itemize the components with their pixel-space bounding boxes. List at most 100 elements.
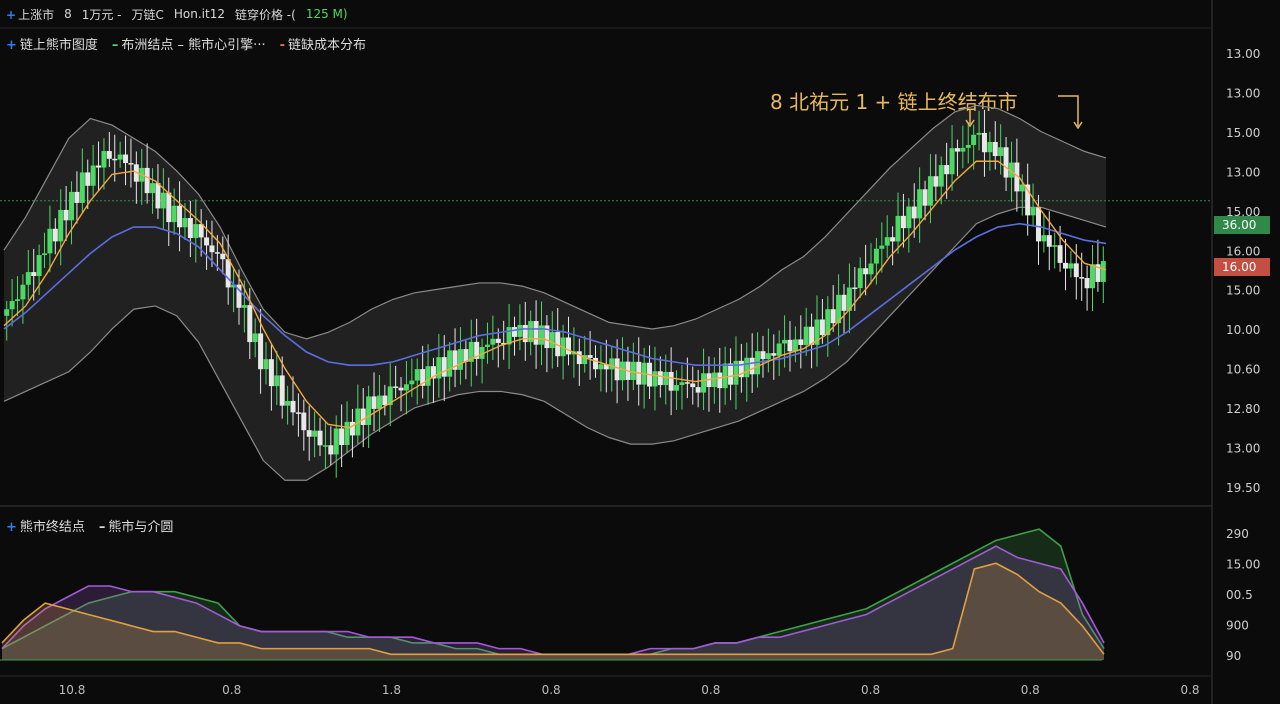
candle-body[interactable] <box>927 176 933 206</box>
candle-body[interactable] <box>998 147 1004 157</box>
candle-body[interactable] <box>841 294 847 311</box>
candle-body[interactable] <box>409 380 415 385</box>
candle-body[interactable] <box>69 191 75 221</box>
candle-body[interactable] <box>630 361 636 380</box>
candle-body[interactable] <box>166 192 172 223</box>
candle-body[interactable] <box>987 141 993 153</box>
candle-body[interactable] <box>749 357 755 375</box>
candle-body[interactable] <box>722 363 728 389</box>
candle-body[interactable] <box>798 339 804 345</box>
candle-body[interactable] <box>819 319 825 336</box>
candle-body[interactable] <box>25 272 31 285</box>
candle-body[interactable] <box>938 165 944 187</box>
candle-body[interactable] <box>1003 147 1009 178</box>
candle-body[interactable] <box>225 259 231 288</box>
candle-body[interactable] <box>85 172 91 186</box>
candle-body[interactable] <box>868 263 874 275</box>
candle-body[interactable] <box>155 183 161 209</box>
candle-body[interactable] <box>657 371 663 386</box>
candle-body[interactable] <box>744 357 750 378</box>
candle-body[interactable] <box>609 358 615 370</box>
candle-body[interactable] <box>36 255 42 277</box>
candle-body[interactable] <box>949 148 955 175</box>
candle-body[interactable] <box>620 361 626 381</box>
candle-body[interactable] <box>684 382 690 384</box>
candle-body[interactable] <box>911 206 917 219</box>
candle-body[interactable] <box>112 158 118 161</box>
candle-body[interactable] <box>1046 235 1052 247</box>
candle-body[interactable] <box>830 309 836 324</box>
candle-body[interactable] <box>614 358 620 381</box>
candle-body[interactable] <box>906 206 912 229</box>
candle-body[interactable] <box>944 165 950 175</box>
candle-body[interactable] <box>182 218 188 228</box>
candle-body[interactable] <box>349 421 355 436</box>
candle-body[interactable] <box>765 353 771 360</box>
candle-body[interactable] <box>220 253 226 260</box>
candle-body[interactable] <box>668 371 674 391</box>
candle-body[interactable] <box>1062 262 1068 269</box>
candle-body[interactable] <box>895 215 901 242</box>
candle-body[interactable] <box>1079 277 1085 279</box>
candle-body[interactable] <box>787 339 793 352</box>
candle-body[interactable] <box>285 400 291 406</box>
candle-body[interactable] <box>890 237 896 242</box>
candle-body[interactable] <box>917 189 923 219</box>
candle-body[interactable] <box>193 224 199 238</box>
candle-body[interactable] <box>258 333 264 370</box>
candle-body[interactable] <box>171 205 177 223</box>
candle-body[interactable] <box>15 299 21 302</box>
candle-body[interactable] <box>511 327 517 337</box>
candle-body[interactable] <box>393 386 399 388</box>
candle-body[interactable] <box>376 395 382 409</box>
candle-body[interactable] <box>382 395 388 406</box>
candle-body[interactable] <box>771 353 777 356</box>
candle-body[interactable] <box>322 445 328 447</box>
candle-body[interactable] <box>295 412 301 414</box>
candle-body[interactable] <box>274 375 280 387</box>
candle-body[interactable] <box>1073 263 1079 278</box>
candle-body[interactable] <box>593 357 599 370</box>
candle-body[interactable] <box>252 333 258 343</box>
candle-body[interactable] <box>792 339 798 352</box>
candle-body[interactable] <box>652 371 658 387</box>
candle-body[interactable] <box>495 338 501 343</box>
candle-body[interactable] <box>414 369 420 381</box>
candle-body[interactable] <box>63 209 69 221</box>
candle-body[interactable] <box>1068 263 1074 269</box>
candle-body[interactable] <box>549 332 555 349</box>
candle-body[interactable] <box>312 430 318 437</box>
candle-body[interactable] <box>247 305 253 343</box>
candle-body[interactable] <box>344 421 350 445</box>
candle-body[interactable] <box>150 183 156 194</box>
candle-body[interactable] <box>144 167 150 194</box>
candle-body[interactable] <box>690 383 696 388</box>
candle-body[interactable] <box>425 366 431 386</box>
candle-body[interactable] <box>214 252 220 254</box>
candle-body[interactable] <box>933 176 939 187</box>
candle-body[interactable] <box>484 344 490 347</box>
candle-body[interactable] <box>106 151 112 159</box>
candle-body[interactable] <box>760 351 766 360</box>
candle-body[interactable] <box>339 428 345 445</box>
candle-body[interactable] <box>187 218 193 238</box>
candle-body[interactable] <box>576 351 582 365</box>
candle-body[interactable] <box>360 408 366 425</box>
candle-body[interactable] <box>566 337 572 355</box>
candle-body[interactable] <box>263 359 269 370</box>
candle-body[interactable] <box>209 245 215 253</box>
candle-body[interactable] <box>123 154 129 164</box>
candle-body[interactable] <box>317 430 323 446</box>
candle-body[interactable] <box>447 350 453 377</box>
candle-body[interactable] <box>587 355 593 358</box>
candle-body[interactable] <box>9 301 15 310</box>
candle-body[interactable] <box>268 359 274 387</box>
candle-body[interactable] <box>398 387 404 391</box>
candle-body[interactable] <box>776 343 782 356</box>
candle-body[interactable] <box>954 148 960 152</box>
candle-body[interactable] <box>306 430 312 437</box>
candle-body[interactable] <box>20 284 26 300</box>
candle-body[interactable] <box>884 237 890 246</box>
candle-body[interactable] <box>517 324 523 337</box>
candle-body[interactable] <box>1100 261 1106 282</box>
